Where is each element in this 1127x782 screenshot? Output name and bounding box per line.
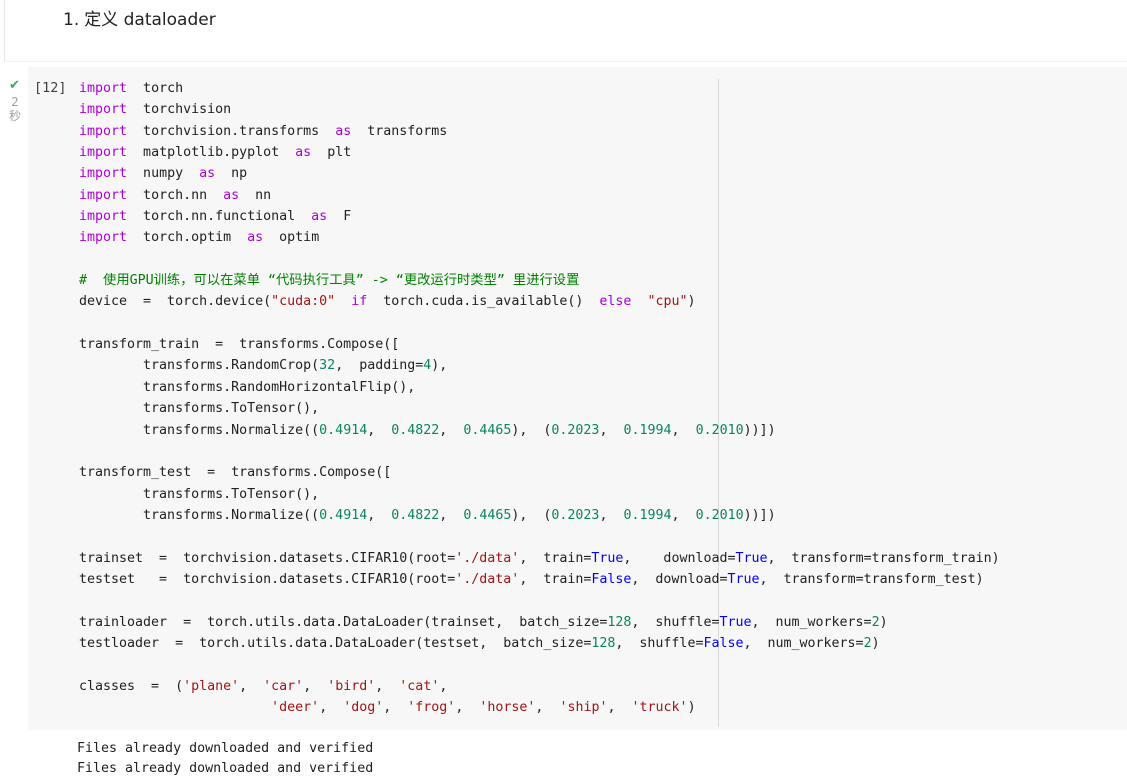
code-editor[interactable]: import torch import torchvision import tor…: [28, 67, 1127, 730]
run-time-unit: 秒: [8, 109, 21, 123]
code-line: testloader = torch.utils.data.DataLoader…: [79, 635, 880, 651]
cell-gutter: ✔ 2 秒: [0, 67, 30, 730]
code-line: transforms.Normalize((0.4914, 0.4822, 0.…: [79, 422, 776, 438]
code-cell[interactable]: ✔ 2 秒 import torch import torchvision impo…: [0, 67, 1127, 730]
run-time: 2 秒: [8, 95, 22, 123]
code-line: transform_test = transforms.Compose([: [79, 465, 392, 481]
code-line: ​: [79, 441, 1000, 462]
code-line: import torch.nn.functional as F: [79, 209, 352, 225]
code-line: 'deer', 'dog', 'frog', 'horse', 'ship', …: [271, 699, 696, 715]
output-line: Files already downloaded and verified: [77, 760, 374, 776]
code-line: transforms.ToTensor(),: [79, 401, 320, 417]
code-line: transforms.Normalize((0.4914, 0.4822, 0.…: [79, 507, 776, 523]
notebook: 1. 定义 dataloader ✔ 2 秒 import torch import…: [0, 0, 1127, 782]
code-line: testset = torchvision.datasets.CIFAR10(r…: [79, 571, 984, 587]
run-time-number: 2: [11, 95, 19, 109]
code-line: ​: [79, 313, 1000, 334]
section-number: 1.: [63, 10, 80, 30]
code-line: classes = ('plane', 'car', 'bird', 'cat'…: [79, 678, 448, 694]
code-line: import torch: [79, 81, 184, 96]
code-line: import torch.optim as optim: [79, 230, 320, 246]
code-line: trainloader = torch.utils.data.DataLoade…: [79, 614, 888, 630]
code-line: transforms.ToTensor(),: [79, 486, 320, 502]
section-heading: 1. 定义 dataloader: [63, 5, 216, 30]
code-line: # 使用GPU训练，可以在菜单 “代码执行工具” -> “更改运行时类型” 里进…: [79, 273, 580, 289]
code-line: ​: [79, 249, 1000, 270]
section-title: 定义 dataloader: [84, 10, 216, 30]
code-line: import torch.nn as nn: [79, 187, 272, 203]
code-line: transform_train = transforms.Compose([: [79, 337, 400, 353]
output-line: Files already downloaded and verified: [77, 741, 374, 756]
markdown-cell[interactable]: 1. 定义 dataloader: [4, 0, 1127, 62]
code-line: import torchvision.transforms as transfo…: [79, 123, 448, 139]
check-icon[interactable]: ✔: [9, 79, 20, 92]
code-line: ​: [79, 526, 1000, 547]
code-line: import matplotlib.pyplot as plt: [79, 145, 352, 161]
code-line: transforms.RandomHorizontalFlip(),: [79, 379, 416, 395]
code-line: transforms.RandomCrop(32, padding=4),: [79, 358, 448, 374]
code-line: ​: [79, 590, 1000, 611]
execution-count: [12]: [34, 80, 67, 96]
code-line: import torchvision: [79, 102, 232, 118]
code-line: ​: [79, 654, 1000, 675]
cell-output: Files already downloaded and verified Fil…: [77, 739, 373, 778]
code-block[interactable]: import torch import torchvision import tor…: [79, 78, 1000, 718]
code-line: trainset = torchvision.datasets.CIFAR10(…: [79, 550, 1000, 566]
code-line: import numpy as np: [79, 166, 248, 182]
code-line: device = torch.device("cuda:0" if torch.…: [79, 294, 696, 310]
